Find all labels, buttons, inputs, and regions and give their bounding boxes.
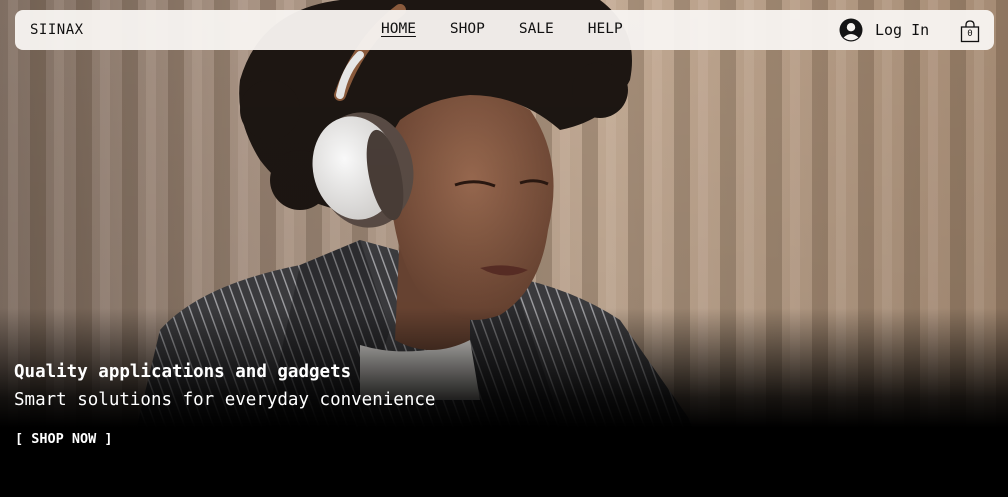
cart-count: 0 (967, 29, 973, 39)
shop-now-button[interactable]: [ SHOP NOW ] (15, 431, 113, 447)
hero-section: SIINAX HOME SHOP SALE HELP Log In 0 Qual… (0, 0, 1008, 497)
nav-link-help[interactable]: HELP (588, 21, 623, 37)
hero-title: Quality applications and gadgets (14, 362, 352, 382)
top-navbar: SIINAX HOME SHOP SALE HELP Log In 0 (15, 10, 994, 50)
login-button[interactable]: Log In (839, 18, 929, 42)
hero-subtitle: Smart solutions for everyday convenience (14, 390, 436, 410)
hero-image (0, 0, 1008, 497)
nav-link-sale[interactable]: SALE (519, 21, 554, 37)
nav-link-home[interactable]: HOME (381, 21, 416, 37)
user-avatar-icon (839, 18, 863, 42)
login-label: Log In (875, 21, 930, 39)
cart-button[interactable]: 0 (959, 19, 981, 43)
nav-link-shop[interactable]: SHOP (450, 21, 485, 37)
main-nav: HOME SHOP SALE HELP (381, 21, 623, 37)
brand-logo[interactable]: SIINAX (30, 22, 84, 38)
